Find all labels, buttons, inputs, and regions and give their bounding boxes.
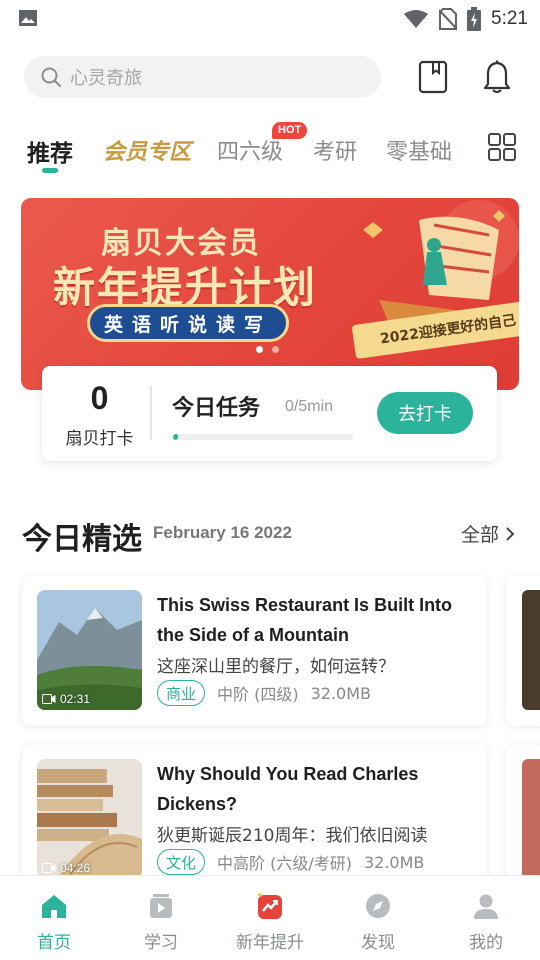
search-placeholder: 心灵奇旅 — [70, 68, 142, 89]
next-article-thumbnail — [522, 590, 540, 710]
next-article-thumbnail — [522, 759, 540, 879]
article-tag: 文化 — [157, 849, 206, 875]
wordbook-icon[interactable] — [418, 60, 448, 94]
nav-label: 学习 — [144, 933, 178, 953]
video-duration: 02:31 — [42, 692, 90, 706]
next-article-card-peek[interactable] — [506, 745, 540, 885]
view-all-link[interactable]: 全部 — [461, 520, 515, 547]
search-icon — [41, 67, 61, 87]
article-level: 中阶 (四级) — [217, 685, 299, 704]
article-title: Why Should You Read Charles Dickens? — [157, 764, 419, 814]
pagination-dot-active — [256, 346, 263, 353]
no-sim-icon — [439, 8, 458, 30]
video-icon — [42, 863, 56, 873]
nav-discover[interactable]: 发现 — [324, 876, 432, 960]
divider — [150, 386, 152, 440]
view-all-label: 全部 — [461, 524, 500, 546]
article-meta: 商业 中阶 (四级) 32.0MB — [157, 680, 371, 706]
home-icon — [42, 895, 66, 918]
profile-icon — [474, 894, 498, 919]
pagination-dot — [272, 346, 279, 353]
nav-study[interactable]: 学习 — [107, 876, 215, 960]
article-subtitle: 这座深山里的餐厅，如何运转？ — [157, 657, 395, 677]
status-time: 5:21 — [491, 8, 528, 29]
article-size: 32.0MB — [310, 683, 371, 703]
banner-pagination — [256, 346, 279, 353]
battery-charging-icon — [467, 7, 482, 31]
grid-menu-icon[interactable] — [488, 133, 516, 161]
checkin-card: 0 扇贝打卡 今日任务 0/5min 去打卡 — [42, 366, 497, 461]
today-task-label: 今日任务 — [172, 396, 261, 421]
article-card[interactable]: 04:26 Why Should You Read Charles Dicken… — [22, 745, 487, 885]
article-card[interactable]: 02:31 This Swiss Restaurant Is Built Int… — [22, 576, 487, 726]
wifi-icon — [404, 10, 429, 28]
banner-skills-pill: 英语听说读写 — [87, 304, 290, 342]
article-thumbnail: 04:26 — [37, 759, 142, 879]
nav-label: 首页 — [37, 933, 71, 953]
article-meta: 文化 中高阶 (六级/考研) 32.0MB — [157, 849, 424, 875]
article-tag: 商业 — [157, 680, 206, 706]
tab-indicator — [42, 168, 58, 173]
duration-text: 02:31 — [60, 692, 91, 706]
article-size: 32.0MB — [363, 852, 425, 872]
search-bar[interactable]: 心灵奇旅 — [24, 56, 381, 98]
nav-home[interactable]: 首页 — [0, 876, 108, 960]
article-level: 中高阶 (六级/考研) — [217, 854, 352, 873]
status-bar: 5:21 — [0, 0, 540, 38]
compass-icon — [366, 894, 390, 918]
video-duration: 04:26 — [42, 861, 90, 875]
nav-profile[interactable]: 我的 — [432, 876, 540, 960]
video-icon — [42, 694, 56, 704]
checkin-count-label: 扇贝打卡 — [65, 429, 134, 449]
gallery-notification-icon — [19, 10, 37, 26]
bottom-nav: 首页 学习 新年提升 发现 我的 — [0, 875, 540, 960]
category-tabs: 推荐 会员专区 四六级 考研 零基础 — [0, 126, 540, 174]
hot-badge: HOT — [272, 122, 308, 139]
newyear-icon — [258, 893, 282, 919]
today-task-progress: 0/5min — [285, 398, 334, 415]
next-article-card-peek[interactable] — [506, 576, 540, 726]
nav-label: 我的 — [469, 933, 503, 953]
study-icon — [150, 894, 172, 918]
tab-postgraduate[interactable]: 考研 — [313, 134, 357, 166]
section-title: 今日精选 — [22, 522, 142, 557]
nav-label: 发现 — [361, 933, 395, 953]
tab-vip[interactable]: 会员专区 — [103, 134, 191, 166]
article-title: This Swiss Restaurant Is Built Into the … — [157, 595, 453, 645]
nav-label: 新年提升 — [236, 933, 304, 953]
article-thumbnail: 02:31 — [37, 590, 142, 710]
article-subtitle: 狄更斯诞辰210周年：我们依旧阅读 — [157, 826, 428, 846]
task-progress-fill — [173, 434, 179, 440]
tab-recommend[interactable]: 推荐 — [27, 134, 73, 168]
checkin-count: 0 — [90, 380, 109, 416]
duration-text: 04:26 — [60, 861, 91, 875]
section-date: February 16 2022 — [153, 523, 292, 542]
chevron-right-icon — [506, 526, 515, 541]
tab-beginner[interactable]: 零基础 — [386, 134, 452, 166]
bell-icon[interactable] — [482, 60, 512, 94]
checkin-button[interactable]: 去打卡 — [377, 392, 473, 434]
nav-newyear[interactable]: 新年提升 — [216, 876, 324, 960]
task-progress-bar — [173, 434, 353, 440]
promo-banner[interactable]: 扇贝大会员 新年提升计划 英语听说读写 2022迎接更好的自己 — [21, 198, 519, 390]
